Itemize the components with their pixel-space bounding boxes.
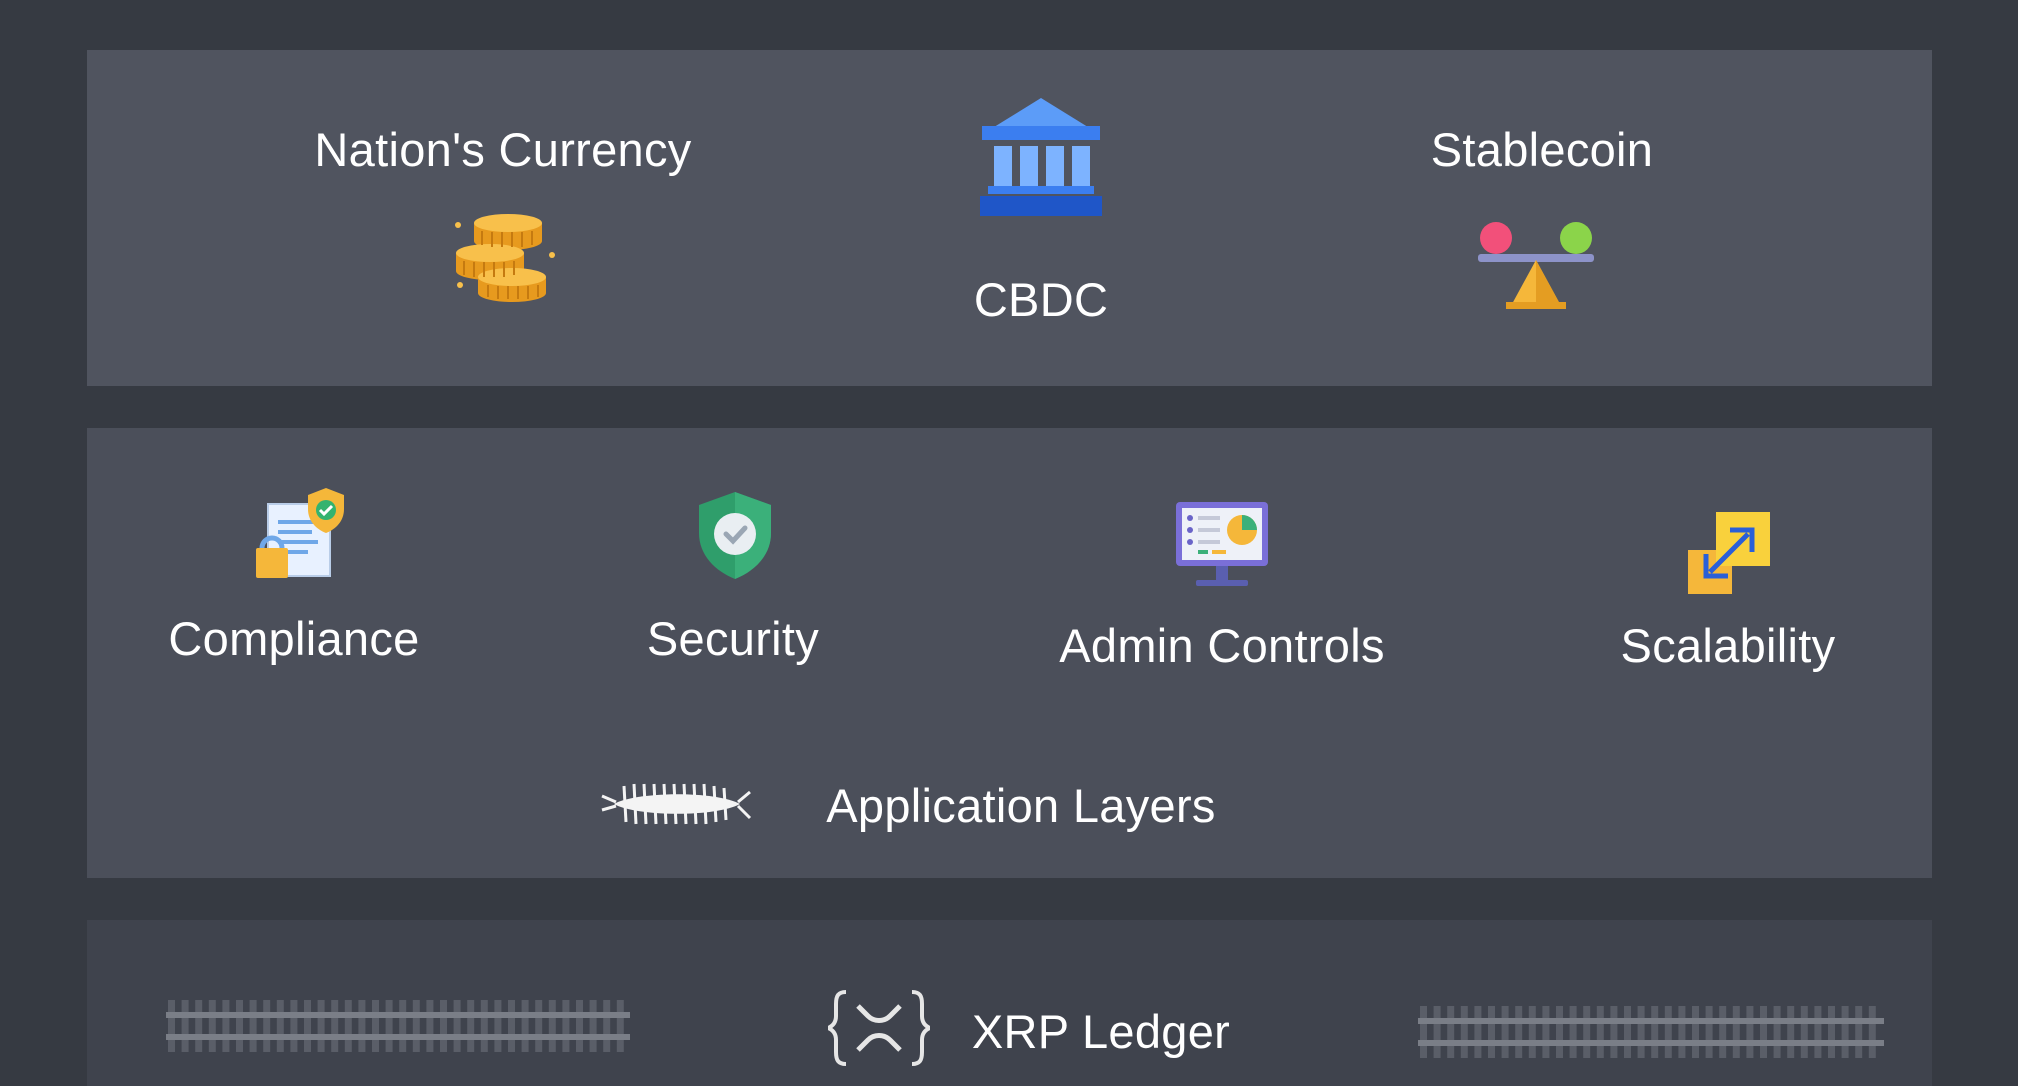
xrp-ledger-label: XRP Ledger (971, 1005, 1231, 1058)
rail-track-right-icon (1418, 1004, 1884, 1060)
cbdc-label: CBDC (973, 273, 1109, 326)
compliance-document-icon (256, 486, 348, 580)
feature-label-security: Security (646, 612, 820, 665)
balance-scale-icon (1476, 220, 1596, 310)
admin-monitor-icon (1174, 500, 1270, 590)
feature-label-scalability: Scalability (1620, 619, 1836, 672)
feature-label-admin-controls: Admin Controls (1059, 619, 1385, 672)
feature-label-compliance: Compliance (168, 612, 420, 665)
scalability-arrows-icon (1686, 510, 1772, 596)
xrp-logo-icon (828, 988, 930, 1068)
centipede-icon (600, 778, 752, 830)
coin-stack-icon (452, 205, 556, 305)
shield-check-icon (696, 490, 774, 580)
bank-building-icon (980, 96, 1102, 218)
stablecoin-label: Stablecoin (1430, 123, 1654, 176)
nations-currency-label: Nation's Currency (314, 123, 692, 176)
rail-track-left-icon (166, 998, 630, 1054)
application-layers-label: Application Layers (826, 779, 1216, 832)
